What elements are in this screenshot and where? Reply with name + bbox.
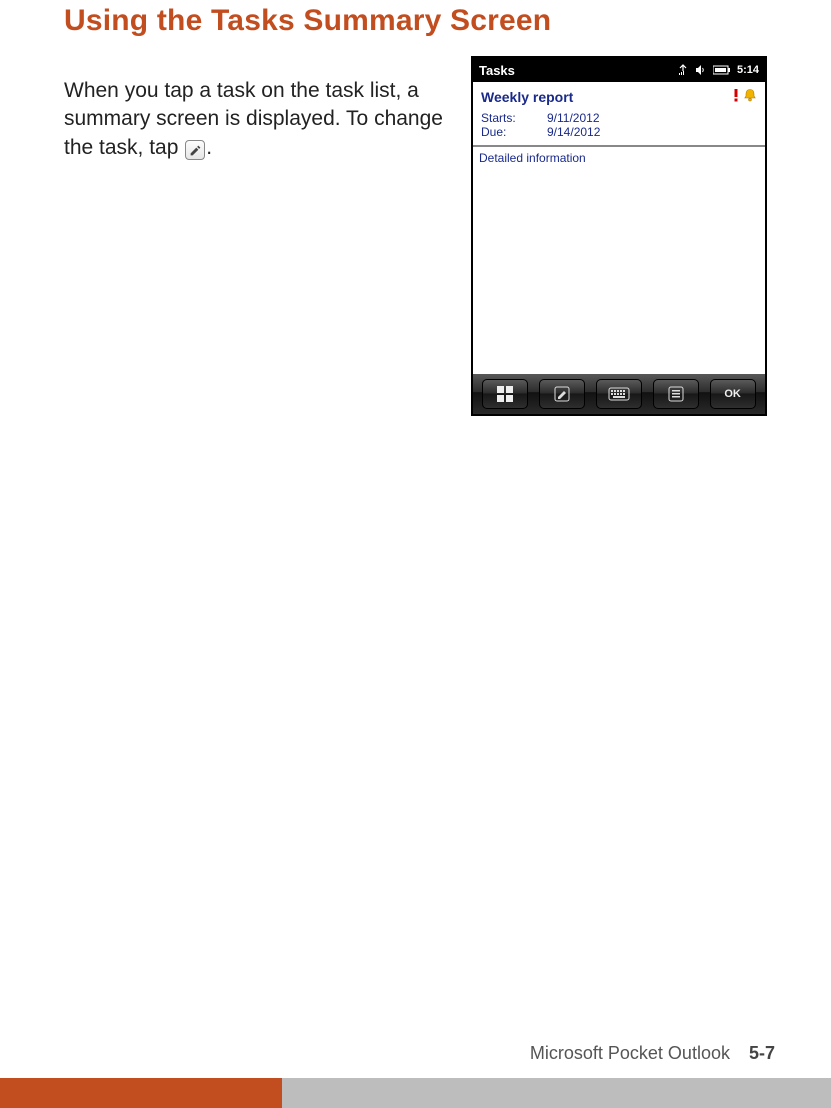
starts-label: Starts: (481, 111, 547, 125)
priority-high-icon (731, 88, 741, 105)
body-text-before: When you tap a task on the task list, a … (64, 79, 443, 159)
edit-button[interactable] (539, 379, 585, 409)
device-system-tray: 5:14 (677, 64, 759, 76)
signal-icon (677, 64, 689, 76)
starts-value: 9/11/2012 (547, 111, 600, 125)
battery-icon (713, 65, 731, 75)
body-text-after: . (206, 136, 212, 159)
device-bottombar: OK (473, 374, 765, 414)
due-value: 9/14/2012 (547, 125, 600, 139)
ok-button-label: OK (724, 388, 741, 400)
task-detail-text: Detailed information (479, 151, 586, 165)
menu-button[interactable] (653, 379, 699, 409)
footer-title: Microsoft Pocket Outlook (530, 1043, 730, 1063)
start-button[interactable] (482, 379, 528, 409)
task-due-row: Due: 9/14/2012 (481, 125, 757, 139)
due-label: Due: (481, 125, 547, 139)
footer-page-number: 5-7 (749, 1043, 775, 1063)
volume-icon (695, 64, 707, 76)
reminder-bell-icon (743, 88, 757, 105)
device-clock: 5:14 (737, 64, 759, 76)
task-detail-area[interactable]: Detailed information (473, 146, 765, 374)
body-paragraph: When you tap a task on the task list, a … (64, 77, 453, 162)
keyboard-button[interactable] (596, 379, 642, 409)
page-heading: Using the Tasks Summary Screen (64, 4, 767, 38)
task-starts-row: Starts: 9/11/2012 (481, 111, 757, 125)
edit-icon (185, 140, 205, 160)
device-titlebar: Tasks 5:14 (473, 58, 765, 82)
task-summary-header: Weekly report Starts: 9/11/2012 (473, 82, 765, 146)
ok-button[interactable]: OK (710, 379, 756, 409)
task-title: Weekly report (481, 89, 731, 105)
device-screenshot: Tasks 5:14 Weekly report (471, 56, 767, 416)
page-footer: Microsoft Pocket Outlook 5-7 (0, 1043, 831, 1108)
device-app-title: Tasks (479, 63, 515, 78)
